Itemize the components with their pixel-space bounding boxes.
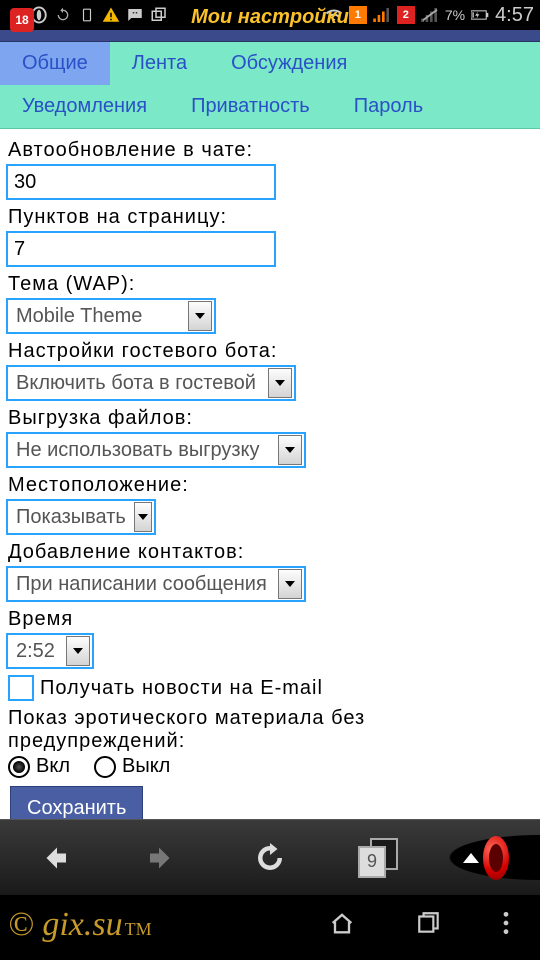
upload-select[interactable]: Не использовать выгрузку bbox=[6, 432, 306, 468]
trademark-symbol: TM bbox=[125, 919, 152, 940]
tab-general[interactable]: Общие bbox=[0, 42, 110, 85]
signal2-icon bbox=[421, 6, 439, 24]
battery-icon bbox=[471, 6, 489, 24]
location-label: Местоположение: bbox=[8, 474, 534, 497]
guest-bot-label: Настройки гостевого бота: bbox=[8, 340, 534, 363]
tab-count: 9 bbox=[358, 846, 386, 878]
erotic-label: Показ эротического материала без предупр… bbox=[8, 707, 534, 753]
chat-autorefresh-input[interactable] bbox=[6, 164, 276, 200]
app-header: 18 Мои настройки bbox=[0, 30, 540, 42]
nav-back-button[interactable] bbox=[31, 835, 77, 881]
contacts-value: При написании сообщения bbox=[8, 573, 278, 596]
location-value: Показывать bbox=[8, 506, 134, 529]
time-select[interactable]: 2:52 bbox=[6, 633, 94, 669]
copyright-symbol: © bbox=[8, 906, 34, 944]
theme-select[interactable]: Mobile Theme bbox=[6, 298, 216, 334]
guest-bot-value: Включить бота в гостевой bbox=[8, 372, 268, 395]
chevron-down-icon bbox=[268, 368, 292, 398]
chevron-down-icon bbox=[134, 502, 152, 532]
chevron-up-icon bbox=[463, 853, 479, 863]
clock: 4:57 bbox=[495, 4, 534, 27]
erotic-off-radio[interactable] bbox=[94, 756, 116, 778]
tab-notifications[interactable]: Уведомления bbox=[0, 85, 169, 128]
settings-tabs: Общие Лента Обсуждения Уведомления Прива… bbox=[0, 42, 540, 129]
news-email-checkbox[interactable] bbox=[8, 675, 34, 701]
recent-apps-softkey[interactable] bbox=[416, 910, 442, 941]
items-per-page-input[interactable] bbox=[6, 231, 276, 267]
theme-label: Тема (WAP): bbox=[8, 273, 534, 296]
settings-form: Автообновление в чате: Пунктов на страни… bbox=[0, 129, 540, 819]
guest-bot-select[interactable]: Включить бота в гостевой bbox=[6, 365, 296, 401]
page-title: Мои настройки bbox=[191, 6, 349, 29]
opera-icon bbox=[483, 836, 509, 880]
chat-autorefresh-label: Автообновление в чате: bbox=[8, 139, 534, 162]
warning-icon bbox=[102, 6, 120, 24]
app-logo-icon: 18 bbox=[10, 8, 34, 32]
tab-password[interactable]: Пароль bbox=[332, 85, 445, 128]
browser-navbar: 9 bbox=[0, 819, 540, 895]
brand-name: gix.su bbox=[42, 906, 122, 944]
erotic-on-label: Вкл bbox=[36, 755, 70, 778]
system-softbar: © gix.su TM bbox=[0, 895, 540, 955]
erotic-off-label: Выкл bbox=[122, 755, 170, 778]
time-value: 2:52 bbox=[8, 640, 66, 663]
nav-forward-button[interactable] bbox=[139, 835, 185, 881]
items-per-page-label: Пунктов на страницу: bbox=[8, 206, 534, 229]
chevron-down-icon bbox=[278, 435, 302, 465]
stack-icon bbox=[150, 6, 168, 24]
sim1-badge: 1 bbox=[349, 6, 367, 24]
contacts-label: Добавление контактов: bbox=[8, 541, 534, 564]
opera-menu-button[interactable] bbox=[463, 835, 509, 881]
message-icon bbox=[126, 6, 144, 24]
chevron-down-icon bbox=[66, 636, 90, 666]
chevron-down-icon bbox=[278, 569, 302, 599]
signal1-icon bbox=[373, 6, 391, 24]
tab-privacy[interactable]: Приватность bbox=[169, 85, 332, 128]
theme-value: Mobile Theme bbox=[8, 305, 188, 328]
news-email-label: Получать новости на E-mail bbox=[40, 677, 323, 700]
device-icon bbox=[78, 6, 96, 24]
upload-label: Выгрузка файлов: bbox=[8, 407, 534, 430]
location-select[interactable]: Показывать bbox=[6, 499, 156, 535]
time-label: Время bbox=[8, 608, 534, 631]
erotic-on-radio[interactable] bbox=[8, 756, 30, 778]
tab-feed[interactable]: Лента bbox=[110, 42, 209, 85]
battery-percent: 7% bbox=[445, 7, 465, 23]
chevron-down-icon bbox=[188, 301, 212, 331]
home-softkey[interactable] bbox=[328, 909, 356, 942]
sim2-badge: 2 bbox=[397, 6, 415, 24]
save-button[interactable]: Сохранить bbox=[10, 786, 143, 819]
sync-icon bbox=[54, 6, 72, 24]
upload-value: Не использовать выгрузку bbox=[8, 439, 278, 462]
menu-softkey[interactable] bbox=[502, 910, 510, 941]
nav-reload-button[interactable] bbox=[247, 835, 293, 881]
contacts-select[interactable]: При написании сообщения bbox=[6, 566, 306, 602]
tab-discussions[interactable]: Обсуждения bbox=[209, 42, 369, 85]
brand-watermark: © gix.su TM bbox=[8, 906, 152, 944]
